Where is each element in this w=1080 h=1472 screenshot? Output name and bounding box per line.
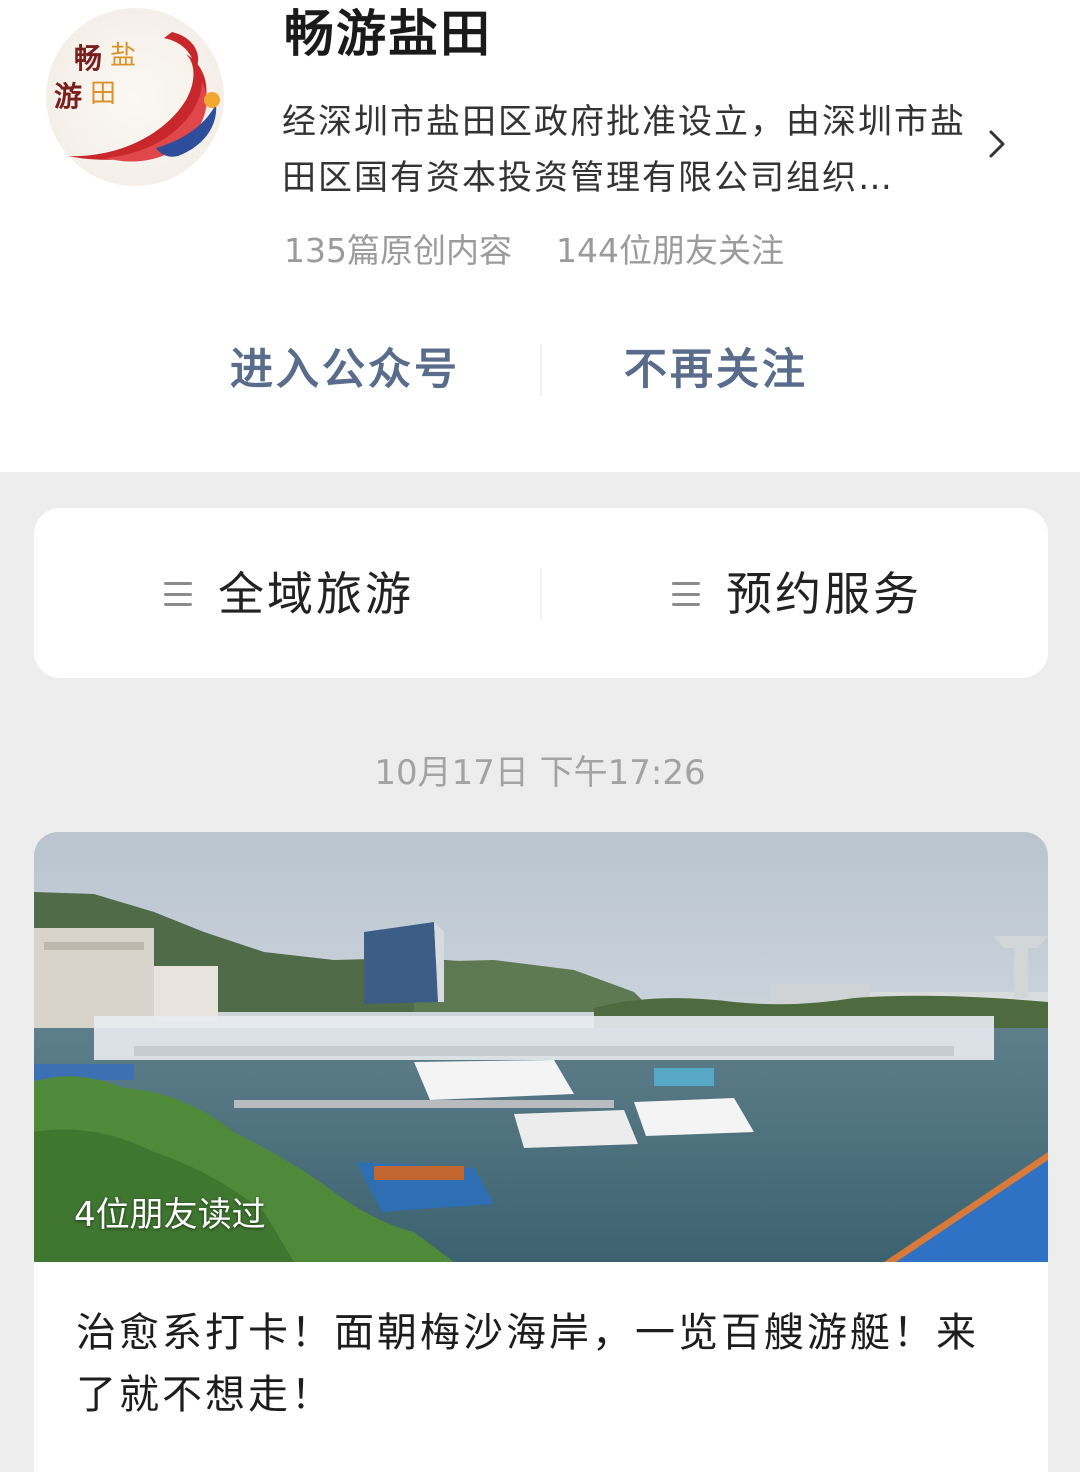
- svg-text:盐: 盐: [110, 41, 136, 71]
- friends-read-badge: 4位朋友读过: [74, 1195, 266, 1235]
- original-count: 135篇原创内容: [284, 231, 512, 270]
- account-avatar[interactable]: 畅 盐 游 田: [46, 8, 224, 186]
- menu-item-label: 全域旅游: [218, 567, 414, 621]
- logo-flame-icon: 畅 盐 游 田: [54, 32, 220, 162]
- enter-account-button[interactable]: 进入公众号: [230, 340, 460, 400]
- article-card[interactable]: 4位朋友读过 治愈系打卡！面朝梅沙海岸，一览百艘游艇！来了就不想走！: [34, 832, 1048, 1472]
- account-stats: 135篇原创内容 144位朋友关注: [284, 226, 784, 276]
- account-actions: 进入公众号 不再关注: [0, 330, 1080, 410]
- menu-divider: [540, 568, 542, 620]
- menu-item-booking[interactable]: 预约服务: [672, 562, 922, 626]
- chevron-right-icon[interactable]: [985, 124, 1011, 164]
- menu-item-tourism[interactable]: 全域旅游: [164, 562, 414, 626]
- article-title[interactable]: 治愈系打卡！面朝梅沙海岸，一览百艘游艇！来了就不想走！: [76, 1302, 1016, 1426]
- svg-text:畅: 畅: [74, 42, 102, 75]
- svg-text:田: 田: [90, 79, 116, 109]
- friends-following-count: 144位朋友关注: [556, 231, 784, 270]
- svg-text:游: 游: [54, 80, 82, 113]
- menu-lines-icon: [164, 582, 192, 606]
- menu-lines-icon: [672, 582, 700, 606]
- account-name: 畅游盐田: [284, 5, 492, 63]
- message-timestamp: 10月17日 下午17:26: [374, 753, 706, 793]
- menu-item-label: 预约服务: [726, 567, 922, 621]
- unfollow-button[interactable]: 不再关注: [624, 340, 808, 400]
- account-description[interactable]: 经深圳市盐田区政府批准设立，由深圳市盐田区国有资本投资管理有限公司组织…: [282, 94, 972, 206]
- actions-divider: [540, 344, 542, 396]
- account-profile-header: 畅 盐 游 田 畅游盐田 经深圳市盐田区政府批准设立，由深圳市盐田区国有资本投资…: [0, 0, 1080, 472]
- article-cover-image[interactable]: 4位朋友读过: [34, 832, 1048, 1262]
